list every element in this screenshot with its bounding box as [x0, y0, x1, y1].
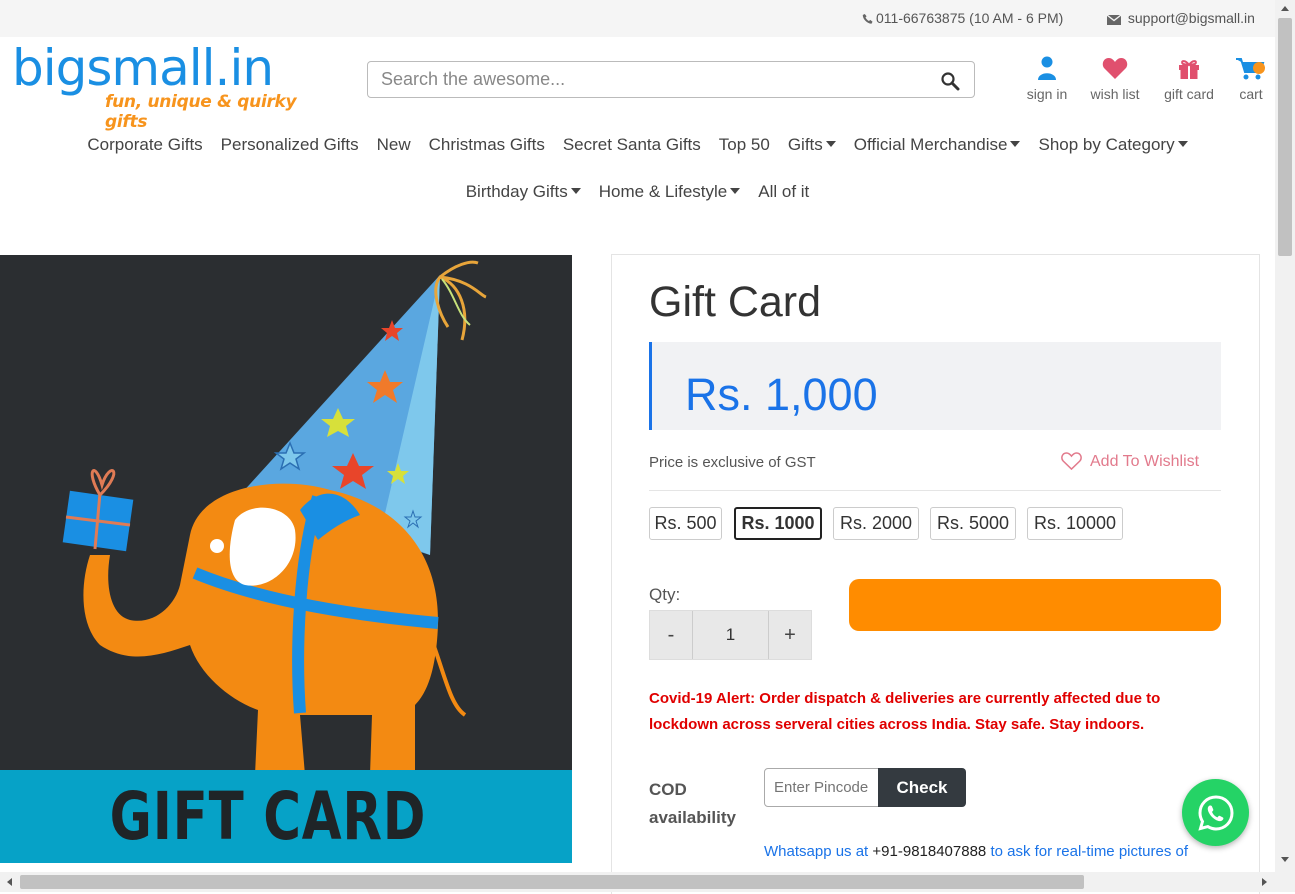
cart-icon [1233, 54, 1269, 82]
email-text: support@bigsmall.in [1127, 10, 1255, 26]
denomination-2000[interactable]: Rs. 2000 [833, 507, 919, 540]
qty-value[interactable]: 1 [693, 611, 768, 659]
scroll-left-arrow-icon[interactable] [7, 878, 12, 886]
nav-item-label: Birthday Gifts [465, 182, 568, 201]
caret-down-icon [825, 141, 836, 147]
support-email[interactable]: support@bigsmall.in [1106, 10, 1255, 26]
product-title: Gift Card [649, 278, 822, 326]
pincode-field [764, 768, 879, 807]
envelope-icon [1106, 14, 1122, 25]
caret-down-icon [1177, 141, 1188, 147]
search-input[interactable] [381, 69, 921, 90]
caret-down-icon [1010, 141, 1021, 147]
nav-item-new[interactable]: New [377, 135, 411, 155]
whatsapp-suffix: to ask for real-time pictures of [986, 843, 1189, 860]
gift-icon [1159, 54, 1219, 82]
cod-availability-label: COD availability [649, 776, 736, 832]
whatsapp-prefix: Whatsapp us at [764, 843, 873, 860]
nav-item-label: Home & Lifestyle [598, 182, 728, 201]
cart-link[interactable]: cart [1233, 54, 1269, 102]
nav-item-label: Corporate Gifts [87, 135, 203, 154]
divider [649, 490, 1221, 491]
whatsapp-icon [1197, 794, 1234, 831]
elephant-illustration [62, 260, 487, 775]
nav-item-label: Secret Santa Gifts [562, 135, 701, 154]
horizontal-scroll-thumb[interactable] [20, 875, 1084, 889]
nav-item-top-50[interactable]: Top 50 [719, 135, 770, 155]
wishlist-label: wish list [1090, 86, 1140, 102]
nav-item-shop-by-category[interactable]: Shop by Category [1038, 135, 1188, 155]
cart-label: cart [1239, 86, 1263, 102]
search-bar [367, 61, 975, 98]
user-icon [1022, 54, 1072, 82]
phone-icon [862, 13, 873, 24]
product-price: Rs. 1,000 [685, 369, 878, 420]
signin-link[interactable]: sign in [1022, 54, 1072, 102]
horizontal-scrollbar[interactable] [0, 872, 1295, 892]
nav-item-label: Gifts [787, 135, 823, 154]
phone-text: 011-66763875 (10 AM - 6 PM) [876, 10, 1064, 26]
nav-item-official-merchandise[interactable]: Official Merchandise [854, 135, 1021, 155]
whatsapp-info: Whatsapp us at +91-9818407888 to ask for… [764, 843, 1188, 860]
heart-icon [1085, 54, 1145, 82]
nav-item-gifts[interactable]: Gifts [788, 135, 836, 155]
covid-alert: Covid-19 Alert: Order dispatch & deliver… [649, 690, 1161, 733]
whatsapp-number[interactable]: +91-9818407888 [872, 843, 986, 860]
product-image[interactable]: GIFT CARD [0, 255, 572, 863]
logo-brand: bigsmall.in [12, 39, 274, 97]
nav-item-christmas-gifts[interactable]: Christmas Gifts [429, 135, 545, 155]
denomination-10000[interactable]: Rs. 10000 [1027, 507, 1123, 540]
denomination-5000[interactable]: Rs. 5000 [930, 507, 1016, 540]
nav-item-personalized-gifts[interactable]: Personalized Gifts [221, 135, 359, 155]
wishlist-link[interactable]: wish list [1085, 54, 1145, 102]
vertical-scroll-thumb[interactable] [1278, 18, 1292, 256]
nav-item-label: All of it [758, 182, 810, 201]
main-nav-row-1: Corporate Gifts Personalized Gifts New Chri… [0, 135, 1275, 155]
nav-item-label: New [376, 135, 411, 154]
qty-increase-button[interactable]: + [768, 611, 811, 659]
top-bar: 011-66763875 (10 AM - 6 PM) support@bigs… [0, 0, 1275, 37]
signin-label: sign in [1026, 86, 1068, 102]
search-icon[interactable] [940, 71, 960, 96]
scroll-down-arrow-icon[interactable] [1281, 857, 1289, 862]
nav-item-secret-santa-gifts[interactable]: Secret Santa Gifts [563, 135, 701, 155]
nav-item-label: Shop by Category [1038, 135, 1175, 154]
qty-label: Qty: [649, 585, 681, 604]
nav-item-label: Personalized Gifts [220, 135, 359, 154]
caret-down-icon [570, 188, 581, 194]
heart-outline-icon [1061, 452, 1082, 471]
pincode-input[interactable] [765, 769, 878, 806]
scroll-right-arrow-icon[interactable] [1262, 878, 1267, 886]
quantity-stepper: - 1 + [649, 610, 812, 660]
add-to-wishlist-label: Add To Wishlist [1090, 453, 1200, 470]
giftcard-label: gift card [1164, 86, 1214, 102]
cod-label-line-2: availability [649, 808, 736, 827]
qty-decrease-button[interactable]: - [650, 611, 693, 659]
caret-down-icon [730, 188, 741, 194]
cod-label-line-1: COD [649, 780, 687, 799]
scroll-up-arrow-icon[interactable] [1281, 6, 1289, 11]
nav-item-label: Official Merchandise [853, 135, 1008, 154]
add-to-cart-button[interactable] [849, 579, 1221, 631]
nav-item-home-lifestyle[interactable]: Home & Lifestyle [599, 182, 741, 202]
main-nav-row-2: Birthday Gifts Home & Lifestyle All of it [0, 182, 1275, 202]
denomination-500[interactable]: Rs. 500 [649, 507, 722, 540]
support-phone[interactable]: 011-66763875 (10 AM - 6 PM) [862, 10, 1063, 26]
vertical-scrollbar[interactable] [1275, 0, 1295, 872]
check-pincode-button[interactable]: Check [878, 768, 966, 807]
gift-card-image-text: GIFT CARD [109, 778, 427, 855]
giftcard-link[interactable]: gift card [1159, 54, 1219, 102]
price-box: Rs. 1,000 [649, 342, 1221, 430]
denomination-1000[interactable]: Rs. 1000 [734, 507, 822, 540]
nav-item-all-of-it[interactable]: All of it [758, 182, 809, 202]
nav-item-corporate-gifts[interactable]: Corporate Gifts [87, 135, 202, 155]
logo-tagline: fun, unique & quirky gifts [105, 92, 297, 132]
nav-item-birthday-gifts[interactable]: Birthday Gifts [466, 182, 581, 202]
gst-note: Price is exclusive of GST [649, 454, 816, 471]
nav-item-label: Top 50 [718, 135, 770, 154]
add-to-wishlist-button[interactable]: Add To Wishlist [1061, 452, 1199, 471]
site-logo[interactable]: bigsmall.in fun, unique & quirky gifts [12, 39, 312, 132]
whatsapp-chat-button[interactable] [1182, 779, 1249, 846]
nav-item-label: Christmas Gifts [428, 135, 545, 154]
